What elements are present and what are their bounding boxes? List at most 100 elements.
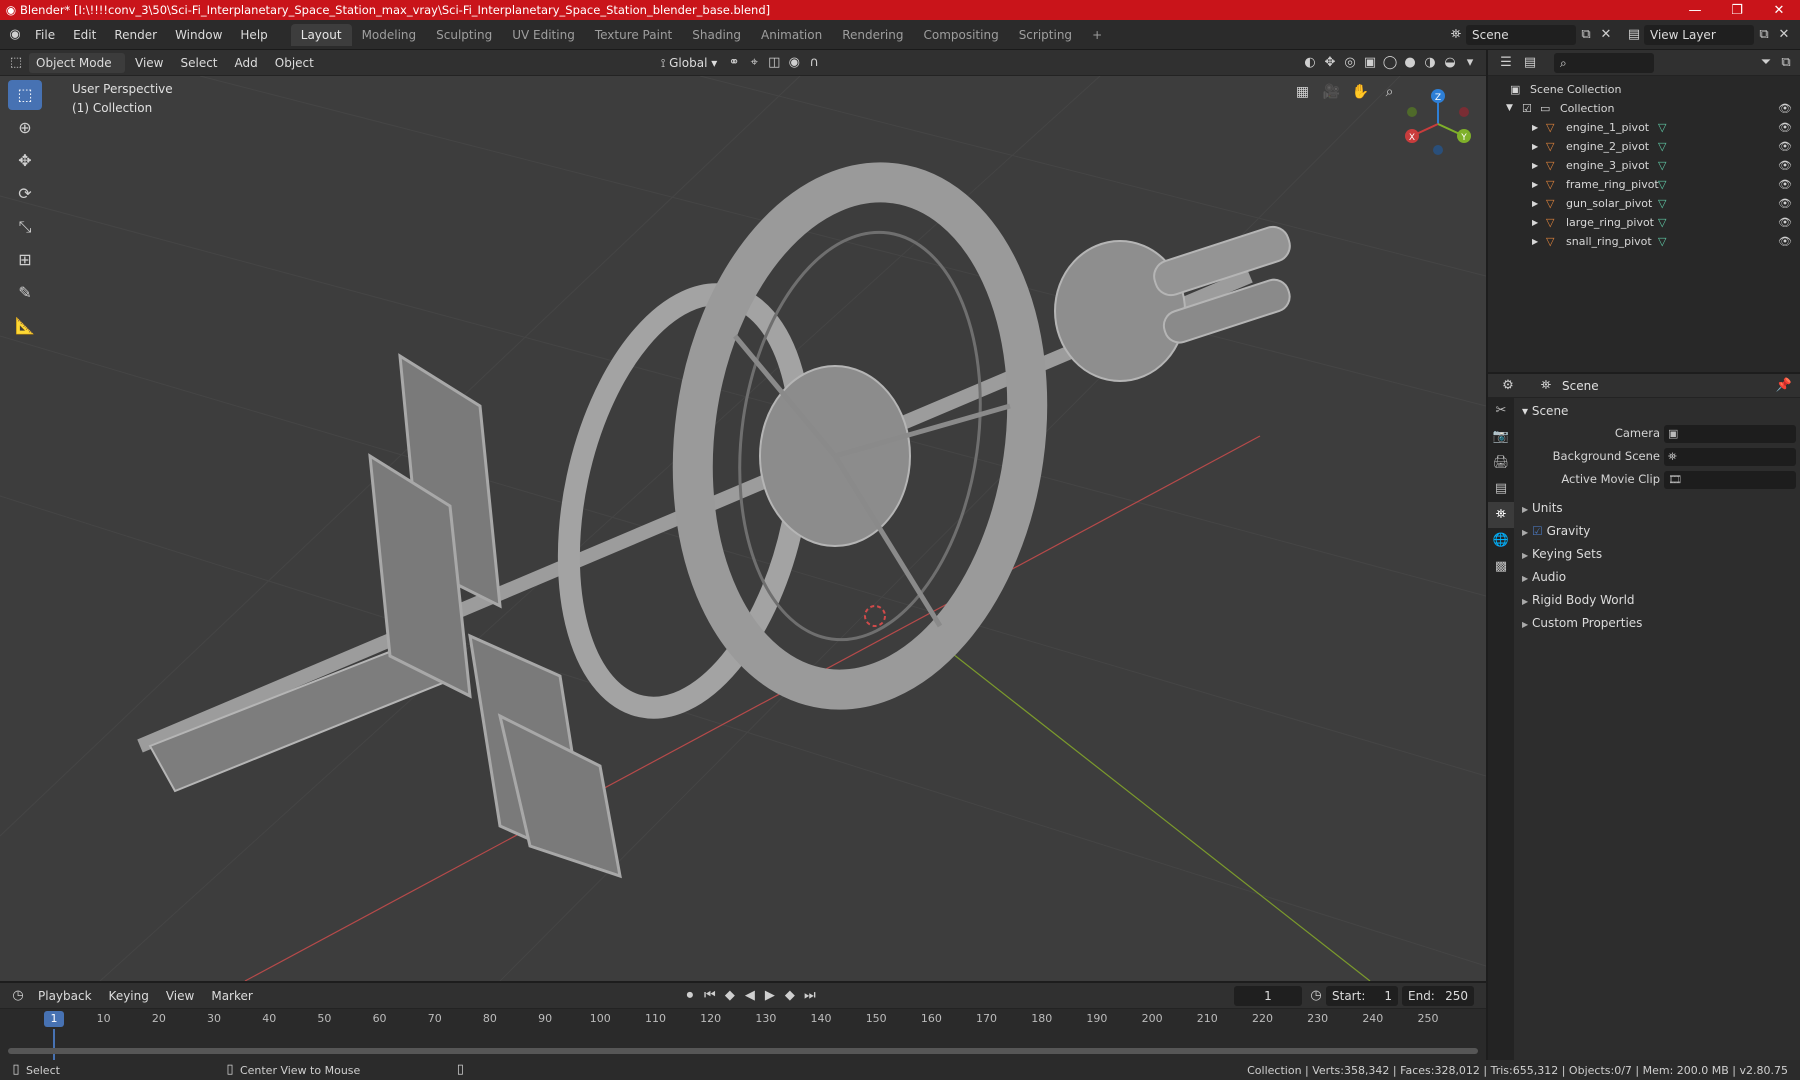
scale-tool-icon[interactable]: ⤡ [8, 212, 42, 242]
expand-icon[interactable]: ▶ [1532, 232, 1538, 251]
pin-icon[interactable]: 📌 [1774, 376, 1794, 396]
shading-options-icon[interactable]: ▾ [1460, 53, 1480, 73]
transform-orientation-dropdown[interactable]: ⟟ Global ▾ [654, 53, 724, 73]
eye-icon[interactable]: 👁 [1778, 213, 1792, 232]
checkbox-icon[interactable]: ☑ [1532, 524, 1543, 538]
outliner-item[interactable]: ▶ ▽ frame_ring_pivot ▽ 👁 [1488, 175, 1800, 194]
falloff-icon[interactable]: ∩ [804, 53, 824, 73]
expand-icon[interactable]: ▶ [1522, 528, 1528, 537]
outliner-editor-type-icon[interactable]: ☰ [1496, 53, 1516, 73]
new-view-layer-icon[interactable]: ⧉ [1754, 25, 1774, 45]
viewport-menu-view[interactable]: View [128, 53, 170, 73]
play-icon[interactable]: ▶ [760, 986, 780, 1006]
visibility-filter-icon[interactable]: ◐ [1300, 53, 1320, 73]
play-reverse-icon[interactable]: ◀ [740, 986, 760, 1006]
panel-gravity[interactable]: ▶ ☑ Gravity [1516, 520, 1800, 543]
prev-keyframe-icon[interactable]: ◆ [720, 986, 740, 1006]
record-icon[interactable]: ⏺ [680, 986, 700, 1006]
eye-icon[interactable]: 👁 [1778, 99, 1792, 118]
pan-hand-icon[interactable]: ✋ [1348, 80, 1373, 105]
tab-compositing[interactable]: Compositing [913, 24, 1008, 46]
tab-animation[interactable]: Animation [751, 24, 832, 46]
expand-icon[interactable]: ▶ [1532, 137, 1538, 156]
background-scene-field[interactable]: ⛯ [1664, 448, 1796, 466]
properties-editor-type-icon[interactable]: ⚙ [1498, 376, 1518, 396]
timeline-track[interactable] [0, 1029, 1486, 1060]
outliner-search-input[interactable]: ⌕ [1554, 52, 1654, 73]
minimize-icon[interactable]: — [1674, 3, 1716, 18]
outliner-item[interactable]: ▶ ▽ engine_1_pivot ▽ 👁 [1488, 118, 1800, 137]
output-tab-icon[interactable]: 🖨 [1488, 450, 1514, 476]
cursor-tool-icon[interactable]: ⊕ [8, 113, 42, 143]
expand-icon[interactable]: ▶ [1522, 597, 1528, 606]
maximize-icon[interactable]: ❐ [1716, 3, 1758, 18]
expand-icon[interactable]: ▶ [1532, 194, 1538, 213]
shading-wireframe-icon[interactable]: ◯ [1380, 53, 1400, 73]
next-keyframe-icon[interactable]: ◆ [780, 986, 800, 1006]
panel-keying-sets[interactable]: ▶ Keying Sets [1516, 543, 1800, 566]
expand-icon[interactable]: ▶ [1522, 574, 1528, 583]
transform-tool-icon[interactable]: ⊞ [8, 245, 42, 275]
eye-icon[interactable]: 👁 [1778, 175, 1792, 194]
world-tab-icon[interactable]: 🌐 [1488, 528, 1514, 554]
tab-layout[interactable]: Layout [290, 23, 352, 46]
proportional-edit-icon[interactable]: ◉ [784, 53, 804, 73]
eye-icon[interactable]: 👁 [1778, 232, 1792, 251]
scene-tab-icon[interactable]: ⛯ [1488, 502, 1514, 528]
menu-file[interactable]: File [26, 24, 64, 46]
panel-units[interactable]: ▶ Units [1516, 497, 1800, 520]
collapse-icon[interactable]: ▼ [1506, 99, 1513, 118]
measure-tool-icon[interactable]: 📐 [8, 311, 42, 341]
editor-type-icon[interactable]: ⬚ [6, 53, 26, 73]
jump-end-icon[interactable]: ⏭ [800, 986, 820, 1006]
outliner-item[interactable]: ▶ ▽ engine_3_pivot ▽ 👁 [1488, 156, 1800, 175]
timeline-menu-marker[interactable]: Marker [204, 986, 259, 1006]
shading-rendered-icon[interactable]: ◒ [1440, 53, 1460, 73]
timeline-menu-playback[interactable]: Playback [31, 986, 99, 1006]
start-frame-field[interactable]: Start: 1 [1326, 985, 1398, 1006]
object-mode-dropdown[interactable]: Object Mode ▾ [29, 52, 125, 90]
tab-texture-paint[interactable]: Texture Paint [585, 24, 682, 46]
gizmo-toggle-icon[interactable]: ✥ [1320, 53, 1340, 73]
camera-view-icon[interactable]: 🎥 [1319, 80, 1344, 105]
blender-menu-icon[interactable]: ◉ [4, 25, 26, 45]
expand-icon[interactable]: ▶ [1522, 551, 1528, 560]
viewport-menu-object[interactable]: Object [268, 53, 321, 73]
expand-icon[interactable]: ▶ [1522, 505, 1528, 514]
close-icon[interactable]: ✕ [1758, 3, 1800, 18]
eye-icon[interactable]: 👁 [1778, 137, 1792, 156]
eye-icon[interactable]: 👁 [1778, 156, 1792, 175]
tab-modeling[interactable]: Modeling [352, 24, 427, 46]
shading-solid-icon[interactable]: ● [1400, 53, 1420, 73]
menu-help[interactable]: Help [231, 24, 276, 46]
select-box-tool-icon[interactable]: ⬚ [8, 80, 42, 110]
expand-icon[interactable]: ▶ [1532, 175, 1538, 194]
tab-scripting[interactable]: Scripting [1009, 24, 1082, 46]
outliner-item[interactable]: ▶ ▽ large_ring_pivot ▽ 👁 [1488, 213, 1800, 232]
view-layer-tab-icon[interactable]: ▤ [1488, 476, 1514, 502]
outliner-item[interactable]: ▶ ▽ snall_ring_pivot ▽ 👁 [1488, 232, 1800, 251]
rotate-tool-icon[interactable]: ⟳ [8, 179, 42, 209]
viewport-menu-select[interactable]: Select [173, 53, 224, 73]
end-frame-field[interactable]: End: 250 [1402, 985, 1474, 1006]
new-collection-icon[interactable]: ⧉ [1776, 53, 1796, 73]
move-tool-icon[interactable]: ✥ [8, 146, 42, 176]
tab-rendering[interactable]: Rendering [832, 24, 913, 46]
delete-view-layer-icon[interactable]: ✕ [1774, 25, 1794, 45]
tool-tab-icon[interactable]: ✂ [1488, 398, 1514, 424]
current-frame-marker[interactable]: 1 [44, 1011, 64, 1027]
outliner-scene-collection[interactable]: ▣ Scene Collection [1488, 80, 1800, 99]
panel-custom-properties[interactable]: ▶ Custom Properties [1516, 612, 1800, 635]
viewport-menu-add[interactable]: Add [228, 53, 265, 73]
expand-icon[interactable]: ▶ [1522, 620, 1528, 629]
snap-target-icon[interactable]: ◫ [764, 53, 784, 73]
tab-sculpting[interactable]: Sculpting [426, 24, 502, 46]
new-scene-icon[interactable]: ⧉ [1576, 25, 1596, 45]
outliner-collection[interactable]: ▼ ☑ ▭ Collection 👁 [1488, 99, 1800, 118]
menu-render[interactable]: Render [105, 24, 166, 46]
render-tab-icon[interactable]: 📷 [1488, 424, 1514, 450]
tab-uv-editing[interactable]: UV Editing [502, 24, 585, 46]
panel-rigid-body-world[interactable]: ▶ Rigid Body World [1516, 589, 1800, 612]
expand-icon[interactable]: ▶ [1532, 213, 1538, 232]
filter-icon[interactable]: ⏷ [1756, 53, 1776, 73]
